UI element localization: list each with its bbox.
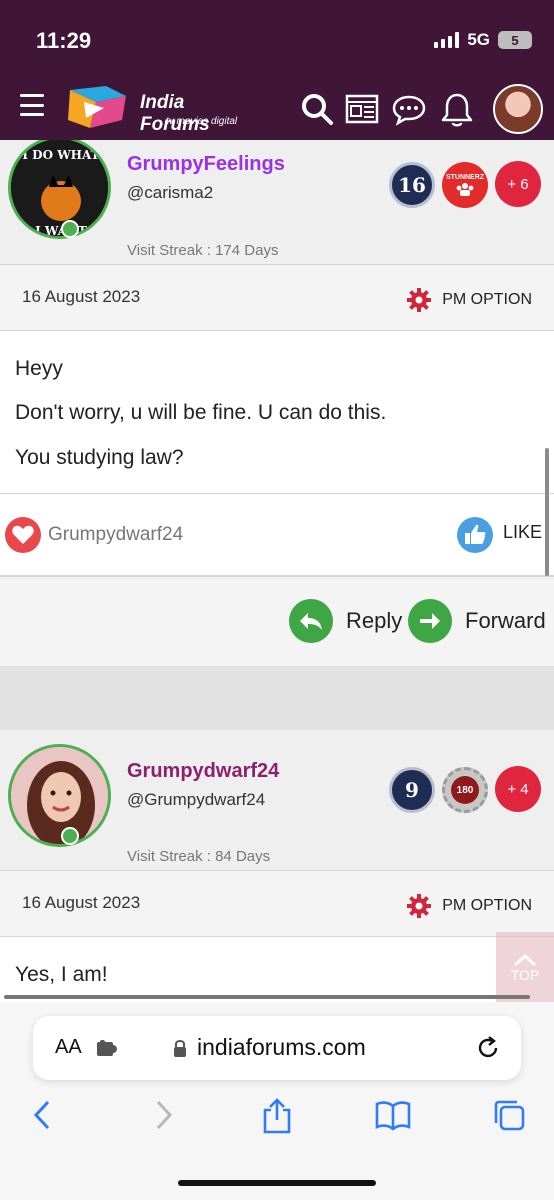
stunnerz-badge-label: STUNNERZ bbox=[445, 173, 485, 181]
back-icon[interactable] bbox=[30, 1098, 56, 1132]
reader-settings-label: AA bbox=[55, 1036, 82, 1058]
anniversary-badge[interactable]: 9 bbox=[389, 767, 435, 813]
forward-nav-icon[interactable] bbox=[150, 1098, 176, 1132]
battery-icon: 5 bbox=[498, 31, 532, 49]
reply-icon[interactable] bbox=[289, 599, 333, 643]
like-button[interactable]: LIKE bbox=[503, 522, 542, 543]
post-body: Heyy Don't worry, u will be fine. U can … bbox=[0, 331, 554, 493]
post-text-line: Yes, I am! bbox=[15, 963, 108, 986]
app-header: 11:29 5G 5 India Forums tv movies digita… bbox=[0, 0, 554, 140]
chevron-up-icon bbox=[513, 953, 537, 967]
reply-button[interactable]: Reply bbox=[346, 608, 402, 634]
network-label: 5G bbox=[467, 30, 490, 49]
pm-option-label: PM OPTION bbox=[442, 897, 532, 914]
scroll-top-button[interactable]: TOP bbox=[496, 932, 554, 1002]
post-meta-row: 16 August 2023 PM OPTION bbox=[0, 265, 554, 331]
avatar[interactable]: I DO WHAT I WANT bbox=[8, 140, 111, 239]
chat-icon[interactable] bbox=[392, 92, 426, 126]
logo-subtitle: tv movies digital bbox=[166, 116, 238, 127]
more-badges-button[interactable]: + 6 bbox=[495, 161, 541, 207]
forward-icon[interactable] bbox=[408, 599, 452, 643]
post-text-line: Heyy bbox=[15, 357, 63, 380]
post-text-line: You studying law? bbox=[15, 446, 184, 469]
liker-name[interactable]: Grumpydwarf24 bbox=[48, 524, 183, 546]
reload-icon[interactable] bbox=[475, 1035, 501, 1061]
post-separator bbox=[0, 666, 554, 730]
post-username[interactable]: Grumpydwarf24 bbox=[127, 760, 279, 783]
signal-icon bbox=[434, 32, 460, 48]
home-indicator bbox=[178, 1180, 376, 1186]
site-logo[interactable]: India Forums tv movies digital bbox=[66, 84, 256, 135]
menu-icon[interactable] bbox=[20, 94, 44, 116]
reader-settings-button[interactable]: AA bbox=[55, 1036, 82, 1059]
logo-title: India Forums bbox=[140, 92, 210, 135]
post-user-card: I DO WHAT I WANT GrumpyFeelings @carisma… bbox=[0, 140, 554, 264]
bookmarks-icon[interactable] bbox=[374, 1098, 412, 1132]
user-avatar[interactable] bbox=[493, 84, 543, 134]
gear-icon bbox=[407, 894, 432, 918]
url-text[interactable]: indiaforums.com bbox=[197, 1034, 366, 1061]
online-status-icon bbox=[61, 827, 79, 845]
scroll-top-label: TOP bbox=[510, 967, 540, 983]
status-time: 11:29 bbox=[36, 28, 92, 53]
post-body: Yes, I am! bbox=[0, 937, 554, 1002]
pm-option-button[interactable]: PM OPTION bbox=[406, 287, 532, 313]
tabs-icon[interactable] bbox=[492, 1098, 526, 1132]
pm-option-button[interactable]: PM OPTION bbox=[406, 893, 532, 919]
post-username[interactable]: GrumpyFeelings bbox=[127, 153, 285, 176]
milestone-badge[interactable]: 180 bbox=[442, 767, 488, 813]
post-handle: @carisma2 bbox=[127, 183, 214, 202]
status-indicators: 5G 5 bbox=[434, 30, 532, 50]
group-icon bbox=[456, 182, 474, 196]
reactions-row: Grumpydwarf24 LIKE bbox=[0, 493, 554, 577]
thread-content: I DO WHAT I WANT GrumpyFeelings @carisma… bbox=[0, 140, 554, 1002]
post-date: 16 August 2023 bbox=[22, 287, 141, 306]
bell-icon[interactable] bbox=[440, 92, 474, 128]
post-date: 16 August 2023 bbox=[22, 893, 141, 912]
post-user-card: Grumpydwarf24 @Grumpydwarf24 Visit Strea… bbox=[0, 730, 554, 870]
online-status-icon bbox=[61, 220, 79, 238]
share-icon[interactable] bbox=[260, 1098, 294, 1134]
avatar[interactable] bbox=[8, 744, 111, 847]
post-meta-row: 16 August 2023 PM OPTION bbox=[0, 871, 554, 937]
visit-streak: Visit Streak : 84 Days bbox=[127, 848, 271, 865]
search-icon[interactable] bbox=[300, 92, 334, 126]
milestone-badge-label: 180 bbox=[451, 776, 479, 804]
more-badges-button[interactable]: + 4 bbox=[495, 766, 541, 812]
logo-mark-icon bbox=[68, 86, 126, 128]
thumbs-up-icon[interactable] bbox=[456, 516, 494, 554]
post-text-line: Don't worry, u will be fine. U can do th… bbox=[15, 401, 387, 424]
gear-icon bbox=[407, 288, 432, 312]
horizontal-scrollbar[interactable] bbox=[4, 995, 530, 999]
forward-button[interactable]: Forward bbox=[465, 608, 546, 634]
lock-icon bbox=[174, 1040, 186, 1057]
extension-icon[interactable] bbox=[95, 1038, 123, 1058]
vertical-scrollbar[interactable] bbox=[545, 448, 549, 576]
heart-icon[interactable] bbox=[4, 516, 42, 554]
stunnerz-badge[interactable]: STUNNERZ bbox=[442, 162, 488, 208]
post-handle: @Grumpydwarf24 bbox=[127, 790, 266, 809]
news-icon[interactable] bbox=[345, 92, 379, 126]
anniversary-badge[interactable]: 16 bbox=[389, 162, 435, 208]
address-bar[interactable]: AA indiaforums.com bbox=[33, 1016, 521, 1080]
pm-option-label: PM OPTION bbox=[442, 291, 532, 308]
visit-streak: Visit Streak : 174 Days bbox=[127, 242, 279, 259]
browser-toolbar: AA indiaforums.com bbox=[0, 1002, 554, 1200]
post-actions: Reply Forward bbox=[0, 579, 554, 667]
avatar-text-top: I DO WHAT bbox=[22, 148, 99, 162]
